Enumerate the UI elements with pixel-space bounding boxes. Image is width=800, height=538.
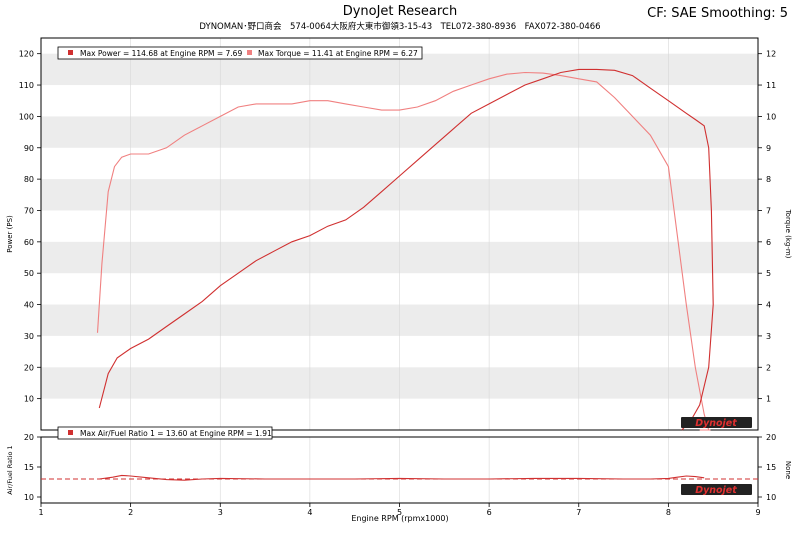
svg-text:Dynojet: Dynojet <box>695 418 737 429</box>
y-tick-label: 70 <box>24 206 34 215</box>
legend-torque-label: Max Torque = 11.41 at Engine RPM = 6.27 <box>258 49 418 58</box>
y-tick-label: 60 <box>24 238 34 247</box>
dyno-chart: 1 2 3 4 5 6 7 8 91020304050607080901001101201234… <box>6 37 792 523</box>
legend-afr-label: Max Air/Fuel Ratio 1 = 13.60 at Engine R… <box>80 429 272 438</box>
x-tick-label: 2 <box>128 508 133 517</box>
y-tick-label: 50 <box>24 269 34 278</box>
x-tick-label: 9 <box>755 508 760 517</box>
svg-text:Dynojet: Dynojet <box>695 485 737 496</box>
x-axis-label: Engine RPM (rpmx1000) <box>351 514 448 523</box>
y2-tick-label: 2 <box>766 363 771 372</box>
y2-tick-label: 6 <box>766 238 771 247</box>
afr-y-tick-label: 20 <box>24 433 34 442</box>
y-tick-label: 20 <box>24 363 34 372</box>
x-tick-label: 8 <box>666 508 671 517</box>
y2-tick-label: 11 <box>766 81 776 90</box>
afr-y-tick-label: 10 <box>24 493 34 502</box>
x-tick-label: 7 <box>576 508 581 517</box>
y-tick-label: 80 <box>24 175 34 184</box>
y-tick-label: 120 <box>19 50 34 59</box>
legend-power-label: Max Power = 114.68 at Engine RPM = 7.69 <box>80 49 242 58</box>
y2-tick-label: 8 <box>766 175 771 184</box>
y-tick-label: 100 <box>19 112 34 121</box>
afr-line <box>99 474 705 481</box>
y-axis-label: Power (PS) <box>6 215 14 253</box>
x-tick-label: 1 <box>38 508 43 517</box>
dynojet-logo: Dynojet <box>681 417 752 429</box>
afr-y-tick-label: 15 <box>24 463 34 472</box>
y-tick-label: 90 <box>24 144 34 153</box>
dynojet-logo-small: Dynojet <box>681 484 752 496</box>
afr-y2-axis-label: None <box>784 461 792 479</box>
y2-tick-label: 3 <box>766 332 771 341</box>
y2-tick-label: 5 <box>766 269 771 278</box>
y2-tick-label: 10 <box>766 112 776 121</box>
y2-axis-label: Torque (kg-m) <box>784 209 792 259</box>
x-tick-label: 6 <box>487 508 492 517</box>
x-tick-label: 4 <box>307 508 312 517</box>
y-tick-label: 40 <box>24 301 34 310</box>
legend-afr-swatch <box>68 430 73 435</box>
y-tick-label: 30 <box>24 332 34 341</box>
y-tick-label: 10 <box>24 395 34 404</box>
y2-tick-label: 9 <box>766 144 771 153</box>
afr-y2-tick-label: 10 <box>766 493 776 502</box>
legend-torque-swatch <box>247 50 252 55</box>
y2-tick-label: 7 <box>766 206 771 215</box>
y2-tick-label: 1 <box>766 395 771 404</box>
afr-legend-box: Max Air/Fuel Ratio 1 = 13.60 at Engine R… <box>57 426 273 440</box>
afr-y2-tick-label: 15 <box>766 463 776 472</box>
y-tick-label: 110 <box>19 81 34 90</box>
legend-box: Max Power = 114.68 at Engine RPM = 7.69 … <box>57 46 423 60</box>
x-tick-label: 3 <box>218 508 223 517</box>
afr-y-axis-label: Air/Fuel Ratio 1 <box>6 445 14 494</box>
y2-tick-label: 4 <box>766 301 771 310</box>
legend-power-swatch <box>68 50 73 55</box>
y2-tick-label: 12 <box>766 50 776 59</box>
afr-y2-tick-label: 20 <box>766 433 776 442</box>
